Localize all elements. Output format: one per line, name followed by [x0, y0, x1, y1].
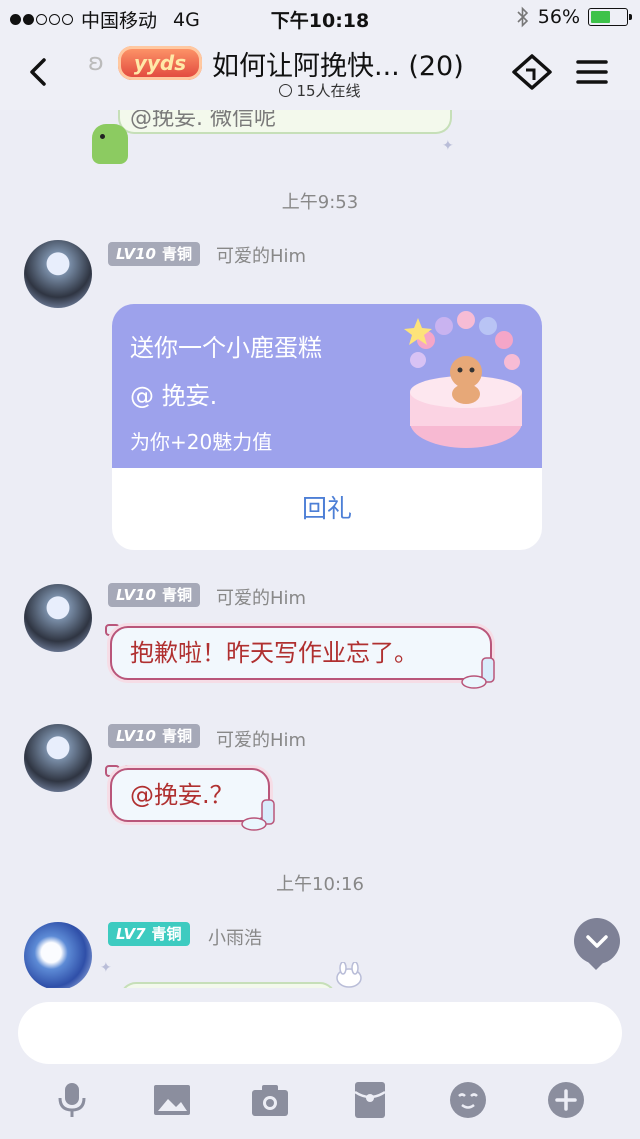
level-text: LV10 — [116, 245, 156, 263]
composer — [0, 988, 640, 1139]
level-badge: LV7 青铜 — [108, 922, 190, 946]
timestamp: 上午10:16 — [276, 874, 364, 895]
gift-effect: 为你+20魅力值 — [130, 430, 273, 454]
sender-name: 可爱的Him — [216, 246, 307, 267]
chat-header: ʚ yyds 如何让阿挽快... (20) 15人在线 — [0, 34, 640, 110]
level-badge: LV10 青铜 — [108, 583, 200, 607]
gift-card[interactable]: 送你一个小鹿蛋糕 @ 挽妄. 为你+20魅力值 回礼 — [112, 304, 542, 550]
menu-icon[interactable] — [570, 52, 614, 92]
rank-text: 青铜 — [161, 245, 192, 263]
group-title-text: 如何让阿挽快... — [212, 51, 400, 82]
chevron-down-icon — [586, 935, 608, 948]
group-badge: yyds — [118, 46, 202, 80]
status-bar: 中国移动 4G 下午10:18 56% — [0, 0, 640, 34]
red-packet-icon[interactable] — [350, 1080, 390, 1120]
sender-name: 可爱的Him — [216, 730, 307, 751]
member-count: (20) — [408, 51, 464, 82]
message-input[interactable] — [18, 1002, 622, 1064]
emoji-icon[interactable] — [448, 1080, 488, 1120]
soap-decoration-icon — [241, 799, 275, 831]
level-text: LV7 — [116, 925, 146, 943]
bluetooth-icon — [517, 6, 528, 28]
message-bubble-partial[interactable]: @挽妄. 微信呢 — [118, 110, 452, 134]
avatar[interactable] — [24, 584, 92, 652]
sender-name: 可爱的Him — [216, 588, 307, 609]
bunny-decoration-icon — [336, 962, 362, 988]
avatar[interactable] — [24, 724, 92, 792]
scroll-to-bottom-button[interactable] — [574, 918, 620, 970]
timestamp: 上午9:53 — [281, 192, 359, 213]
sparkle-icon: ✦ — [100, 960, 112, 976]
ticket-icon[interactable] — [510, 52, 554, 92]
camera-icon[interactable] — [250, 1080, 290, 1120]
avatar[interactable] — [24, 240, 92, 308]
image-icon[interactable] — [152, 1080, 192, 1120]
rank-text: 青铜 — [161, 727, 192, 745]
battery-icon — [588, 8, 632, 26]
level-text: LV10 — [116, 586, 156, 604]
microphone-icon[interactable] — [52, 1080, 92, 1120]
deer-cake-icon — [404, 311, 522, 448]
gift-title: 送你一个小鹿蛋糕 — [130, 334, 322, 362]
online-count: 15人在线 — [296, 82, 361, 100]
battery-percent: 56% — [537, 6, 580, 28]
message-bubble[interactable]: 抱歉啦！昨天写作业忘了。 — [110, 626, 492, 680]
dinosaur-sticker-icon — [92, 124, 128, 164]
sender-name: 小雨浩 — [208, 928, 262, 949]
group-title[interactable]: 如何让阿挽快... (20) — [212, 44, 464, 83]
sparkle-icon: ✦ — [442, 138, 454, 154]
ear-icon: ʚ — [88, 48, 104, 76]
message-list[interactable]: @挽妄. 微信呢 ✦ 上午9:53 LV10 青铜 可爱的Him 送你一个小鹿蛋糕… — [0, 110, 640, 988]
rank-text: 青铜 — [151, 925, 182, 943]
soap-decoration-icon — [461, 657, 495, 689]
level-text: LV10 — [116, 727, 156, 745]
level-badge: LV10 青铜 — [108, 724, 200, 748]
gift-recipient: @ 挽妄. — [130, 382, 218, 410]
plus-icon[interactable] — [546, 1080, 586, 1120]
level-badge: LV10 青铜 — [108, 242, 200, 266]
return-gift-button[interactable]: 回礼 — [112, 468, 542, 550]
avatar[interactable] — [24, 922, 92, 988]
rank-text: 青铜 — [161, 586, 192, 604]
clock-icon — [279, 84, 293, 97]
